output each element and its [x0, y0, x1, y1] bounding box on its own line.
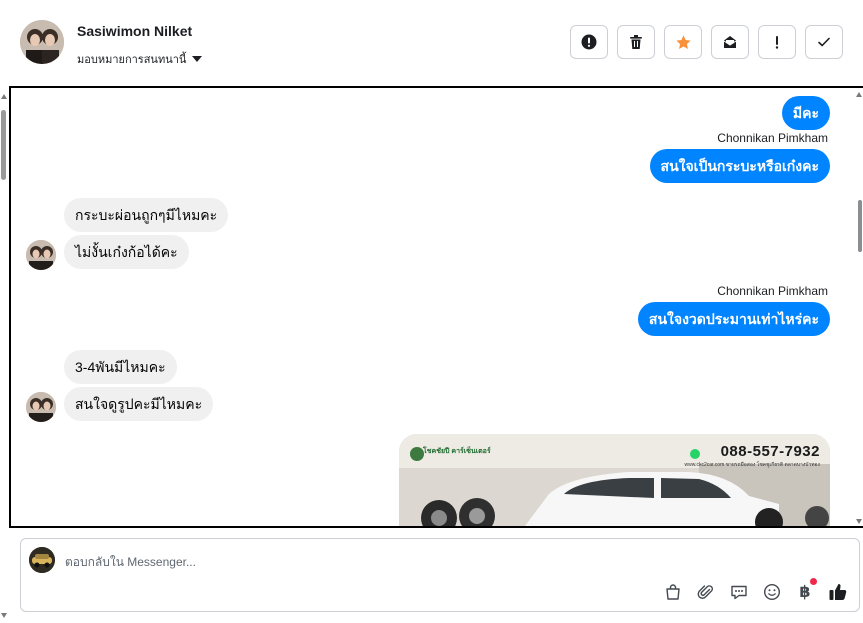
scrollbar-thumb[interactable] — [858, 200, 862, 252]
contact-avatar-small — [26, 240, 56, 270]
assign-label: มอบหมายการสนทนานี้ — [77, 54, 187, 66]
scrollbar-thumb[interactable] — [1, 110, 6, 180]
reply-input[interactable] — [65, 552, 825, 572]
envelope-icon — [723, 36, 737, 48]
reply-composer: ฿ — [20, 538, 860, 612]
thumbs-up-icon — [829, 584, 847, 600]
contact-avatar-small — [26, 392, 56, 422]
scroll-down-arrow[interactable] — [1, 613, 7, 618]
star-icon — [675, 34, 691, 49]
sender-name: Chonnikan Pimkham — [717, 131, 828, 145]
message-photo-attachment[interactable]: โชคชัยปี คาร์เซ็นเตอร์ 088-557-7932 www.… — [399, 434, 830, 526]
page-avatar — [29, 547, 55, 573]
photo-site-text: www.ckc2car.com ขายรถมือสอง โชคชูเกียรติ… — [684, 462, 821, 468]
contact-avatar[interactable] — [20, 20, 64, 64]
payment-button[interactable]: ฿ — [794, 578, 817, 603]
message-bubble-outgoing[interactable]: สนใจเป็นกระบะหรือเก๋งคะ — [649, 149, 830, 183]
message-bubble-incoming[interactable]: 3-4พันมีไหมคะ — [64, 350, 177, 384]
spam-button[interactable] — [570, 25, 608, 59]
check-icon — [818, 37, 830, 47]
photo-phone-text: 088-557-7932 — [720, 443, 820, 460]
baht-icon: ฿ — [799, 584, 811, 601]
thread-scrollbar[interactable] — [855, 88, 863, 526]
smiley-icon — [763, 583, 781, 601]
attach-button[interactable] — [695, 581, 717, 603]
photo-brand-text: โชคชัยปี คาร์เซ็นเตอร์ — [423, 448, 491, 455]
conversation-header: Sasiwimon Nilket มอบหมายการสนทนานี้ — [0, 0, 863, 86]
alert-circle-icon — [581, 34, 597, 50]
contact-name[interactable]: Sasiwimon Nilket — [77, 23, 192, 39]
chat-bubble-icon — [731, 585, 747, 600]
message-bubble-incoming[interactable]: สนใจดูรูปคะมีไหมคะ — [64, 387, 214, 421]
message-bubble-incoming[interactable]: ไม่งั้นเก๋งก้อได้คะ — [64, 235, 189, 269]
notification-dot — [810, 578, 817, 585]
follow-up-button[interactable] — [758, 25, 796, 59]
trash-icon — [630, 35, 642, 49]
exclamation-icon — [775, 36, 779, 49]
like-button[interactable] — [827, 581, 849, 603]
message-bubble-outgoing[interactable]: มีคะ — [781, 96, 830, 130]
emoji-button[interactable] — [761, 581, 783, 603]
done-button[interactable] — [805, 25, 843, 59]
composer-toolbar: ฿ — [662, 578, 849, 603]
paperclip-icon — [697, 585, 713, 599]
message-bubble-incoming[interactable]: กระบะผ่อนถูกๆมีไหมคะ — [64, 198, 229, 232]
star-button[interactable] — [664, 25, 702, 59]
scroll-down-arrow[interactable] — [856, 519, 862, 524]
shop-button[interactable] — [662, 581, 684, 603]
delete-button[interactable] — [617, 25, 655, 59]
message-thread[interactable]: มีคะ Chonnikan Pimkham สนใจเป็นกระบะหรือ… — [9, 86, 863, 528]
caret-down-icon — [192, 56, 203, 62]
conversation-actions — [570, 25, 843, 59]
message-bubble-outgoing[interactable]: สนใจงวดประมานเท่าไหร่คะ — [637, 302, 830, 336]
scroll-up-arrow[interactable] — [856, 92, 862, 97]
shopping-bag-icon — [666, 584, 680, 600]
mark-unread-button[interactable] — [711, 25, 749, 59]
sender-name: Chonnikan Pimkham — [717, 284, 828, 298]
page-scrollbar[interactable] — [0, 88, 8, 618]
saved-replies-button[interactable] — [728, 581, 750, 603]
assign-conversation-dropdown[interactable]: มอบหมายการสนทนานี้ — [77, 50, 203, 68]
scroll-up-arrow[interactable] — [1, 94, 7, 99]
